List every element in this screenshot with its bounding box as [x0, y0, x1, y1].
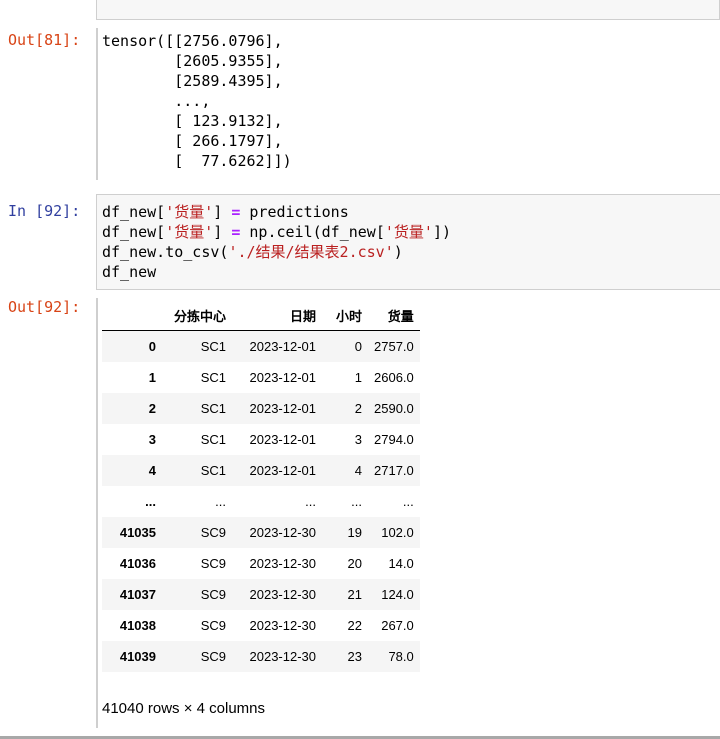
tensor-line: [ 266.1797],	[102, 132, 283, 150]
table-cell: 2794.0	[374, 432, 414, 447]
table-cell: 21	[347, 587, 362, 602]
table-cell: 14.0	[388, 556, 414, 571]
table-cell: SC1	[200, 432, 226, 447]
table-row: 41037 SC9 2023-12-30 21 124.0	[102, 579, 420, 610]
code-line-1: df_new['货量'] = predictions	[102, 203, 349, 221]
table-cell: SC9	[200, 649, 226, 664]
table-row: 41039 SC9 2023-12-30 23 78.0	[102, 641, 420, 672]
table-row: 0 SC1 2023-12-01 0 2757.0	[102, 330, 420, 362]
table-cell: SC1	[200, 370, 226, 385]
table-header-row: 分拣中心 日期 小时 货量	[102, 300, 420, 331]
table-cell: 78.0	[388, 649, 414, 664]
tensor-output: tensor([[2756.0796], [2605.9355], [2589.…	[102, 31, 292, 171]
row-index: 3	[148, 432, 156, 447]
table-cell: 20	[347, 556, 362, 571]
tensor-line: ...,	[102, 92, 211, 110]
table-cell: 2023-12-01	[249, 370, 317, 385]
table-row: 41035 SC9 2023-12-30 19 102.0	[102, 517, 420, 548]
table-cell: 0	[354, 339, 362, 354]
column-header-volume: 货量	[368, 300, 420, 331]
row-index: 41036	[119, 556, 156, 571]
table-cell: 3	[354, 432, 362, 447]
tensor-line: [2589.4395],	[102, 72, 283, 90]
row-index: 41039	[119, 649, 156, 664]
table-cell: SC9	[200, 618, 226, 633]
row-index: 41037	[119, 587, 156, 602]
table-cell: 2023-12-30	[249, 587, 317, 602]
table-cell: ...	[402, 494, 414, 509]
table-cell: 2606.0	[374, 370, 414, 385]
table-cell: 2023-12-30	[249, 618, 317, 633]
table-cell: SC9	[200, 587, 226, 602]
out-81-prompt: Out[81]:	[8, 31, 81, 49]
table-cell: 2023-12-01	[249, 463, 317, 478]
row-index: 41038	[119, 618, 156, 633]
table-cell: 2023-12-30	[249, 649, 317, 664]
output-collapse-bar[interactable]	[96, 28, 98, 180]
dataframe-shape: 41040 rows × 4 columns	[102, 700, 266, 717]
table-row: 2 SC1 2023-12-01 2 2590.0	[102, 393, 420, 424]
table-cell: 1	[354, 370, 362, 385]
code-line-2: df_new['货量'] = np.ceil(df_new['货量'])	[102, 223, 451, 241]
dataframe-table: 分拣中心 日期 小时 货量 0 SC1 2023-12-01 0 2757.0 1 SC1 2…	[102, 300, 420, 672]
table-cell: 22	[347, 618, 362, 633]
table-row: 41038 SC9 2023-12-30 22 267.0	[102, 610, 420, 641]
table-row: 3 SC1 2023-12-01 3 2794.0	[102, 424, 420, 455]
code-line-4: df_new	[102, 263, 157, 281]
table-cell: 2023-12-01	[249, 432, 317, 447]
table-row: ...............	[102, 486, 420, 517]
table-cell: 4	[354, 463, 362, 478]
table-cell: SC1	[200, 339, 226, 354]
table-row: 4 SC1 2023-12-01 4 2717.0	[102, 455, 420, 486]
table-cell: 2590.0	[374, 401, 414, 416]
column-header-sorting-center: 分拣中心	[162, 300, 232, 331]
tensor-line: [ 123.9132],	[102, 112, 283, 130]
table-cell: ...	[215, 494, 226, 509]
tensor-line: [ 77.6262]])	[102, 152, 292, 170]
table-cell: ...	[305, 494, 316, 509]
code-line-3: df_new.to_csv('./结果/结果表2.csv')	[102, 243, 403, 261]
table-cell: 23	[347, 649, 362, 664]
table-cell: SC1	[200, 463, 226, 478]
table-row: 1 SC1 2023-12-01 1 2606.0	[102, 362, 420, 393]
row-index: 0	[148, 339, 156, 354]
column-header-date: 日期	[232, 300, 322, 331]
row-index: 4	[148, 463, 156, 478]
table-cell: SC9	[200, 525, 226, 540]
table-cell: 102.0	[381, 525, 414, 540]
row-index: ...	[145, 494, 156, 509]
table-cell: 2757.0	[374, 339, 414, 354]
table-cell: 19	[347, 525, 362, 540]
table-cell: 267.0	[381, 618, 414, 633]
tensor-line: tensor([[2756.0796],	[102, 32, 283, 50]
table-cell: 2	[354, 401, 362, 416]
table-cell: SC9	[200, 556, 226, 571]
table-row: 41036 SC9 2023-12-30 20 14.0	[102, 548, 420, 579]
index-header	[102, 300, 162, 331]
code-editor[interactable]: df_new['货量'] = predictions df_new['货量'] …	[102, 202, 451, 282]
table-cell: 124.0	[381, 587, 414, 602]
column-header-hour: 小时	[322, 300, 368, 331]
row-index: 2	[148, 401, 156, 416]
table-cell: 2023-12-30	[249, 556, 317, 571]
output-collapse-bar[interactable]	[96, 298, 98, 728]
row-index: 1	[148, 370, 156, 385]
table-cell: 2023-12-01	[249, 339, 317, 354]
in-92-prompt: In [92]:	[8, 202, 81, 220]
out-92-prompt: Out[92]:	[8, 298, 81, 316]
previous-cell-input[interactable]	[96, 0, 720, 20]
table-cell: 2023-12-01	[249, 401, 317, 416]
table-cell: 2717.0	[374, 463, 414, 478]
table-cell: 2023-12-30	[249, 525, 317, 540]
tensor-line: [2605.9355],	[102, 52, 283, 70]
row-index: 41035	[119, 525, 156, 540]
table-cell: SC1	[200, 401, 226, 416]
table-cell: ...	[351, 494, 362, 509]
